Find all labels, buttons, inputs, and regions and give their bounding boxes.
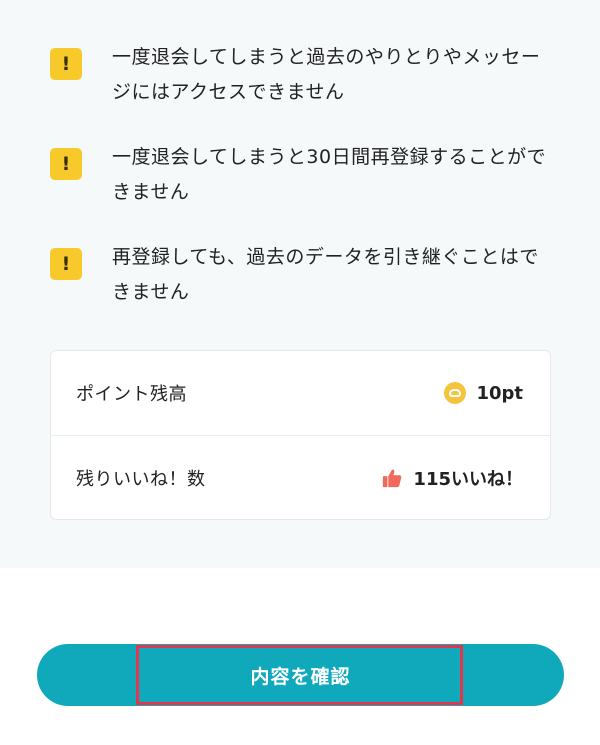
coin-icon	[444, 382, 467, 404]
exclamation-icon: !	[50, 148, 82, 180]
likes-value: 115いいね！	[413, 469, 523, 490]
points-row: ポイント残高 10pt	[51, 351, 550, 436]
thumbs-up-icon	[381, 467, 403, 489]
confirm-button-label: 内容を確認	[250, 665, 351, 688]
points-value-group: 10pt	[444, 382, 523, 404]
warnings-section: ! 一度退会してしまうと過去のやりとりやメッセージにはアクセスできません ! 一…	[0, 0, 600, 568]
warning-item: ! 一度退会してしまうと過去のやりとりやメッセージにはアクセスできません	[50, 46, 570, 110]
warning-text: 一度退会してしまうと30日間再登録することができません	[112, 146, 547, 203]
exclamation-icon: !	[50, 48, 82, 80]
likes-row: 残りいいね！数 115いいね！	[51, 436, 550, 520]
warning-item: ! 一度退会してしまうと30日間再登録することができません	[50, 146, 570, 210]
points-value: 10pt	[476, 382, 523, 404]
likes-label: 残りいいね！数	[76, 469, 206, 490]
likes-value-group: 115いいね！	[381, 465, 523, 491]
exclamation-icon: !	[50, 248, 82, 280]
confirm-button[interactable]: 内容を確認	[37, 644, 564, 706]
points-label: ポイント残高	[76, 384, 187, 405]
warning-text: 一度退会してしまうと過去のやりとりやメッセージにはアクセスできません	[112, 46, 541, 103]
balance-card: ポイント残高 10pt 残りいいね！数 115いいね！	[50, 350, 551, 520]
warning-item: ! 再登録しても、過去のデータを引き継ぐことはできません	[50, 246, 570, 310]
warning-text: 再登録しても、過去のデータを引き継ぐことはできません	[112, 246, 539, 303]
